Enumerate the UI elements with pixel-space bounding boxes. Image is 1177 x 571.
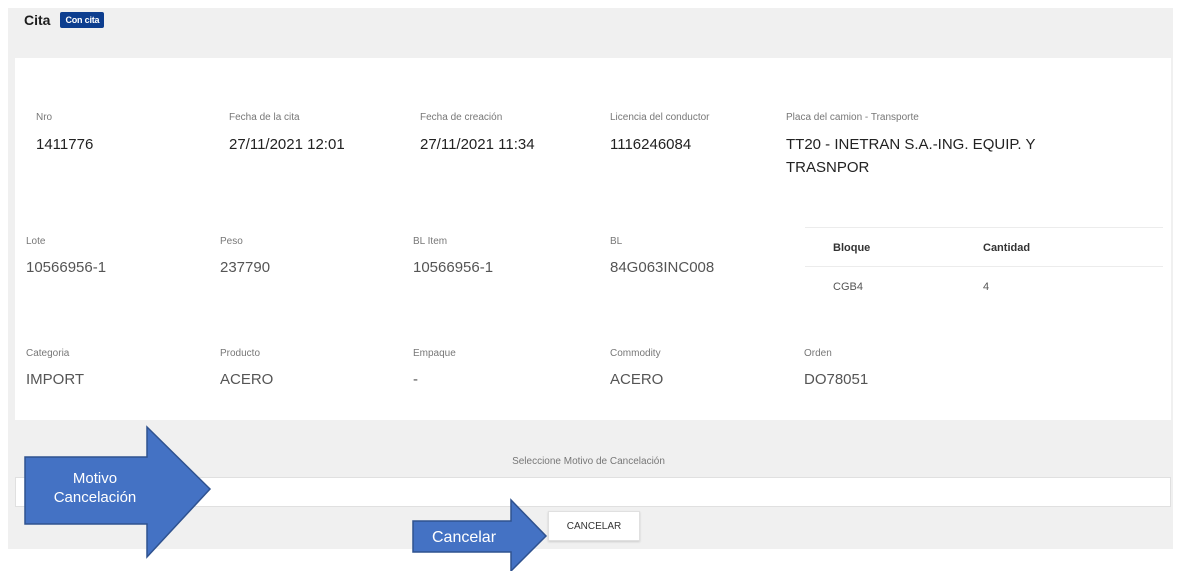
field-value: IMPORT bbox=[26, 371, 85, 388]
field-value: 10566956-1 bbox=[413, 259, 494, 276]
field-label: BL bbox=[610, 236, 623, 247]
field-truck-plate: Placa del camion - Transporte TT20 - INE… bbox=[786, 112, 1036, 179]
field-empaque: Empaque - bbox=[413, 348, 456, 391]
field-value: DO78051 bbox=[804, 371, 869, 388]
field-value: 84G063INC008 bbox=[610, 259, 715, 276]
column-header-bloque: Bloque bbox=[833, 242, 871, 254]
field-appointment-date: Fecha de la cita 27/11/2021 12:01 bbox=[229, 112, 345, 156]
field-value: 1411776 bbox=[36, 136, 94, 153]
field-label: BL Item bbox=[413, 236, 448, 247]
field-value-line1: TT20 - INETRAN S.A.-ING. EQUIP. Y bbox=[786, 136, 1036, 153]
section-header: Cita Con cita bbox=[24, 12, 105, 28]
field-value: 237790 bbox=[220, 259, 271, 276]
field-bl: BL 84G063INC008 bbox=[610, 236, 714, 279]
field-label: Peso bbox=[220, 236, 243, 247]
cancel-reason-label: Seleccione Motivo de Cancelación bbox=[512, 456, 665, 467]
motivo-annotation-label: Motivo Cancelación bbox=[30, 469, 160, 507]
field-label: Placa del camion - Transporte bbox=[786, 112, 919, 123]
field-label: Licencia del conductor bbox=[610, 112, 710, 123]
table-cell: 4 bbox=[983, 281, 990, 293]
field-label: Commodity bbox=[610, 348, 661, 359]
field-orden: Orden DO78051 bbox=[804, 348, 868, 391]
field-peso: Peso 237790 bbox=[220, 236, 270, 279]
field-label: Orden bbox=[804, 348, 832, 359]
status-badge: Con cita bbox=[60, 12, 105, 28]
field-lote: Lote 10566956-1 bbox=[26, 236, 106, 279]
cancel-button[interactable]: CANCELAR bbox=[548, 511, 640, 541]
field-value: 27/11/2021 11:34 bbox=[420, 136, 535, 153]
field-label: Fecha de creación bbox=[420, 112, 503, 123]
field-label: Lote bbox=[26, 236, 46, 247]
field-label: Producto bbox=[220, 348, 261, 359]
field-value: ACERO bbox=[610, 371, 664, 388]
field-value: ACERO bbox=[220, 371, 274, 388]
field-value: 10566956-1 bbox=[26, 259, 107, 276]
field-label: Nro bbox=[36, 112, 53, 123]
field-label: Empaque bbox=[413, 348, 456, 359]
field-label: Categoria bbox=[26, 348, 70, 359]
field-categoria: Categoria IMPORT bbox=[26, 348, 84, 391]
block-table: Bloque Cantidad CGB4 4 bbox=[805, 227, 1163, 305]
column-header-cantidad: Cantidad bbox=[983, 242, 1031, 254]
field-creation-date: Fecha de creación 27/11/2021 11:34 bbox=[420, 112, 535, 156]
cancelar-annotation-label: Cancelar bbox=[431, 529, 497, 546]
table-row: CGB4 4 bbox=[805, 267, 1163, 305]
cancel-reason-select[interactable] bbox=[15, 477, 1171, 507]
field-label: Fecha de la cita bbox=[229, 112, 300, 123]
field-driver-license: Licencia del conductor 1116246084 bbox=[610, 112, 710, 156]
field-commodity: Commodity ACERO bbox=[610, 348, 663, 391]
field-nro: Nro 1411776 bbox=[36, 112, 93, 156]
motivo-annotation-line2: Cancelación bbox=[53, 489, 137, 506]
table-cell: CGB4 bbox=[833, 281, 863, 293]
table-header-row: Bloque Cantidad bbox=[805, 228, 1163, 267]
motivo-annotation-line1: Motivo bbox=[72, 470, 118, 487]
field-producto: Producto ACERO bbox=[220, 348, 273, 391]
field-value: 1116246084 bbox=[610, 136, 692, 153]
section-title: Cita bbox=[24, 12, 51, 28]
field-value: 27/11/2021 12:01 bbox=[229, 136, 345, 153]
field-bl-item: BL Item 10566956-1 bbox=[413, 236, 493, 279]
field-value-line2: TRASNPOR bbox=[786, 159, 870, 176]
field-value: - bbox=[413, 371, 418, 388]
